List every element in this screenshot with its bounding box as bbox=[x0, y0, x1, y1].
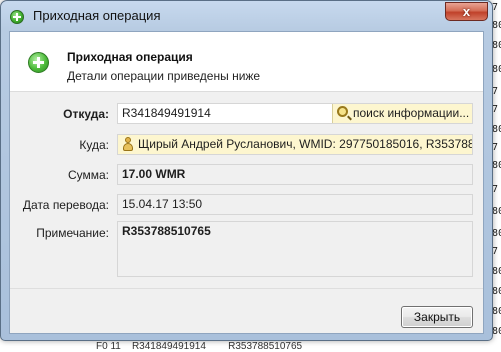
header-subtitle: Детали операции приведены ниже bbox=[67, 69, 261, 83]
window-close-button[interactable]: x bbox=[445, 2, 488, 21]
background-fragment: 80 bbox=[492, 124, 501, 135]
plus-circle-icon bbox=[28, 52, 49, 73]
background-fragment: 80 bbox=[492, 206, 501, 217]
date-label: Дата перевода: bbox=[22, 198, 109, 212]
dialog-header: Приходная операция Детали операции приве… bbox=[10, 32, 483, 92]
from-value: R341849491914 bbox=[122, 106, 211, 120]
from-label: Откуда: bbox=[63, 107, 109, 121]
footer-divider bbox=[10, 288, 483, 289]
search-info-label: поиск информации... bbox=[353, 106, 470, 120]
note-label: Примечание: bbox=[36, 226, 109, 240]
background-fragment: 80 bbox=[492, 326, 501, 337]
background-fragment: 80 bbox=[492, 306, 501, 317]
close-button[interactable]: Закрыть bbox=[401, 306, 473, 328]
amount-field[interactable]: 17.00 WMR bbox=[117, 164, 473, 185]
background-fragment: 80 bbox=[492, 20, 501, 31]
background-fragment: 80 bbox=[492, 64, 501, 75]
header-title: Приходная операция bbox=[67, 50, 193, 64]
to-field[interactable]: Щирый Андрей Русланович, WMID: 297750185… bbox=[117, 134, 473, 155]
background-fragment: 80 bbox=[492, 40, 501, 51]
amount-label: Сумма: bbox=[67, 168, 109, 182]
user-icon bbox=[122, 137, 134, 151]
amount-value: 17.00 WMR bbox=[122, 167, 186, 181]
plus-circle-icon bbox=[10, 10, 24, 24]
note-field[interactable]: R353788510765 bbox=[117, 221, 473, 277]
background-fragment: 80 bbox=[492, 266, 501, 277]
note-value: R353788510765 bbox=[122, 224, 211, 238]
dialog-window: Приходная операция x Приходная операция … bbox=[0, 0, 493, 341]
window-title: Приходная операция bbox=[33, 8, 161, 23]
magnifier-icon bbox=[337, 106, 348, 117]
search-info-button[interactable]: поиск информации... bbox=[332, 104, 472, 123]
to-value: Щирый Андрей Русланович, WMID: 297750185… bbox=[138, 137, 472, 151]
date-field[interactable]: 15.04.17 13:50 bbox=[117, 194, 473, 215]
title-bar[interactable]: Приходная операция x bbox=[1, 1, 492, 31]
date-value: 15.04.17 13:50 bbox=[122, 197, 203, 211]
background-fragment: 80 bbox=[492, 286, 501, 297]
from-field[interactable]: R341849491914 поиск информации... bbox=[117, 103, 473, 124]
background-fragment: 80 bbox=[492, 228, 501, 239]
background-fragment: 80 bbox=[492, 160, 501, 171]
background-bottom-row: F0 11 R341849491914 R353788510765 bbox=[96, 341, 303, 352]
dialog-client-area: Приходная операция Детали операции приве… bbox=[9, 31, 484, 334]
to-label: Куда: bbox=[79, 138, 109, 152]
